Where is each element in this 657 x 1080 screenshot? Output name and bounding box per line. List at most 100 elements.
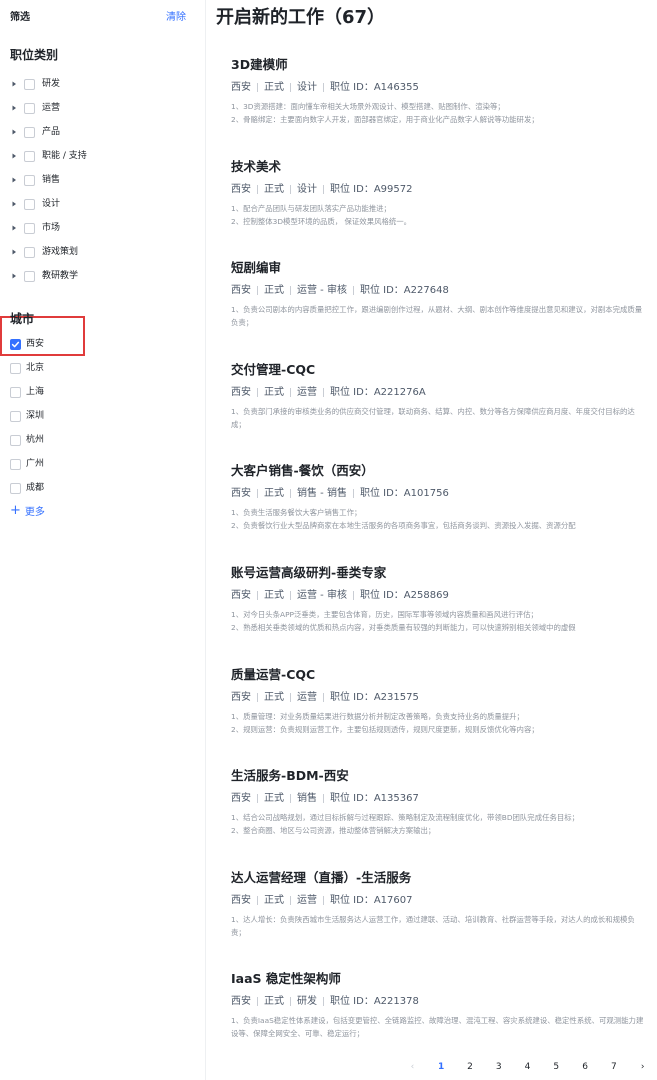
job-title[interactable]: 达人运营经理（直播）-生活服务 xyxy=(231,869,646,886)
city-label: 北京 xyxy=(26,363,45,373)
page-button[interactable]: 6 xyxy=(571,1058,600,1076)
job-card[interactable]: 大客户销售-餐饮（西安） 西安 正式 销售 - 销售 职位 ID：A101756 1、负责… xyxy=(231,462,646,564)
category-checkbox[interactable] xyxy=(24,126,35,138)
category-checkbox[interactable] xyxy=(24,222,35,234)
job-tag: 西安 xyxy=(231,793,251,805)
tag-separator xyxy=(290,489,291,499)
caret-right-icon[interactable] xyxy=(10,224,18,232)
category-item[interactable]: 教研教学 xyxy=(10,264,190,288)
job-list: 3D建模师 西安 正式 设计 职位 ID：A146355 1、3D资源搭建：面向懂车帝相关… xyxy=(231,56,646,1072)
page-button[interactable]: 7 xyxy=(599,1058,628,1076)
city-list: 西安北京上海 深圳 杭州 广州 成都 xyxy=(10,332,190,500)
job-tags: 西安 正式 运营 - 审核 职位 ID：A227648 xyxy=(231,284,646,297)
prev-page-button[interactable]: ‹ xyxy=(398,1058,427,1076)
category-checkbox[interactable] xyxy=(24,78,35,90)
job-tags: 西安 正式 运营 职位 ID：A17607 xyxy=(231,894,646,907)
city-item[interactable]: 深圳 xyxy=(10,404,190,428)
page-button[interactable]: 2 xyxy=(456,1058,485,1076)
job-tag: 正式 xyxy=(264,793,284,805)
tag-separator xyxy=(323,184,324,194)
category-checkbox[interactable] xyxy=(24,174,35,186)
job-tag: 运营 xyxy=(297,691,317,703)
city-checkbox[interactable] xyxy=(10,386,21,398)
city-item[interactable]: 杭州 xyxy=(10,428,190,452)
caret-right-icon[interactable] xyxy=(10,248,18,256)
job-card[interactable]: IaaS 稳定性架构师 西安 正式 研发 职位 ID：A221378 1、负责IaaS稳定… xyxy=(231,970,646,1072)
tag-separator xyxy=(257,590,258,600)
job-title[interactable]: 短剧编审 xyxy=(231,259,646,276)
job-id: 职位 ID：A227648 xyxy=(359,285,449,297)
job-tags: 西安 正式 销售 - 销售 职位 ID：A101756 xyxy=(231,487,646,500)
city-checkbox[interactable] xyxy=(10,410,21,422)
category-item[interactable]: 研发 xyxy=(10,72,190,96)
job-title[interactable]: 技术美术 xyxy=(231,158,646,175)
category-checkbox[interactable] xyxy=(24,198,35,210)
caret-right-icon[interactable] xyxy=(10,80,18,88)
job-tag: 正式 xyxy=(264,691,284,703)
more-cities-link[interactable]: + 更多 xyxy=(10,503,45,518)
job-description-line: 1、质量管理：对业务质量结果进行数据分析并制定改善策略，负责支持业务的质量提升； xyxy=(231,711,524,721)
page-button[interactable]: 5 xyxy=(542,1058,571,1076)
category-checkbox[interactable] xyxy=(24,102,35,114)
job-description: 1、质量管理：对业务质量结果进行数据分析并制定改善策略，负责支持业务的质量提升；… xyxy=(231,710,646,736)
job-card[interactable]: 质量运营-CQC 西安 正式 运营 职位 ID：A231575 1、质量管理：对业务质量结… xyxy=(231,666,646,768)
caret-right-icon[interactable] xyxy=(10,272,18,280)
city-item[interactable]: 成都 xyxy=(10,476,190,500)
city-item[interactable]: 北京 xyxy=(10,356,190,380)
job-id: 职位 ID：A135367 xyxy=(330,793,419,805)
job-card[interactable]: 3D建模师 西安 正式 设计 职位 ID：A146355 1、3D资源搭建：面向懂车帝相关… xyxy=(231,56,646,158)
category-item[interactable]: 游戏策划 xyxy=(10,240,190,264)
tag-separator xyxy=(352,286,354,296)
city-item[interactable]: 西安 xyxy=(10,332,190,356)
job-title[interactable]: 交付管理-CQC xyxy=(231,361,646,378)
next-page-button[interactable]: › xyxy=(628,1058,657,1076)
page-button[interactable]: 3 xyxy=(484,1058,513,1076)
category-item[interactable]: 市场 xyxy=(10,216,190,240)
job-title[interactable]: 3D建模师 xyxy=(231,56,646,73)
job-card[interactable]: 生活服务-BDM-西安 西安 正式 销售 职位 ID：A135367 1、结合公司战略规划… xyxy=(231,767,646,869)
page-button-current[interactable]: 1 xyxy=(427,1058,456,1076)
caret-right-icon[interactable] xyxy=(10,128,18,136)
job-id: 职位 ID：A221276A xyxy=(330,386,426,398)
category-item[interactable]: 产品 xyxy=(10,120,190,144)
job-title[interactable]: 大客户销售-餐饮（西安） xyxy=(231,462,646,479)
category-checkbox[interactable] xyxy=(24,246,35,258)
city-item[interactable]: 广州 xyxy=(10,452,190,476)
plus-icon: + xyxy=(10,503,21,518)
category-item[interactable]: 运营 xyxy=(10,96,190,120)
city-checkbox[interactable] xyxy=(10,482,21,494)
city-checkbox[interactable] xyxy=(10,362,21,374)
job-card[interactable]: 交付管理-CQC 西安 正式 运营 职位 ID：A221276A 1、负责部门承接的审核类… xyxy=(231,361,646,463)
job-card[interactable]: 技术美术 西安 正式 设计 职位 ID：A99572 1、配合产品团队与研发团队落实产品功… xyxy=(231,158,646,260)
tag-separator xyxy=(323,83,324,92)
caret-right-icon[interactable] xyxy=(10,176,18,184)
caret-right-icon[interactable] xyxy=(10,104,18,112)
job-description-line: 1、对今日头条APP泛垂类，主要包含体育，历史，国际军事等领域内容质量和画风进行… xyxy=(231,609,538,619)
tag-separator xyxy=(257,489,258,499)
job-title[interactable]: 账号运营高级研判-垂类专家 xyxy=(231,564,646,581)
job-card[interactable]: 短剧编审 西安 正式 运营 - 审核 职位 ID：A227648 1、负责公司剧本的内容质… xyxy=(231,259,646,361)
category-item[interactable]: 设计 xyxy=(10,192,190,216)
page-button[interactable]: 4 xyxy=(513,1058,542,1076)
city-checkbox[interactable] xyxy=(10,458,21,470)
category-item[interactable]: 销售 xyxy=(10,168,190,192)
job-card[interactable]: 账号运营高级研判-垂类专家 西安 正式 运营 - 审核 职位 ID：A258869 1、对… xyxy=(231,564,646,666)
job-title[interactable]: 生活服务-BDM-西安 xyxy=(231,767,646,784)
job-title[interactable]: IaaS 稳定性架构师 xyxy=(231,970,646,987)
category-label: 研发 xyxy=(42,79,61,89)
city-checkbox-checked[interactable] xyxy=(10,338,21,350)
clear-filters-button[interactable]: 清除 xyxy=(166,10,186,26)
category-item[interactable]: 职能 / 支持 xyxy=(10,144,190,168)
more-cities-label: 更多 xyxy=(24,507,45,518)
job-card[interactable]: 达人运营经理（直播）-生活服务西安 正式 运营 职位 ID：A17607 1、达人增长：… xyxy=(231,869,646,971)
job-description: 1、达人增长：负责陕西城市生活服务达人运营工作，通过建联、活动、培训教育、社群运… xyxy=(231,913,646,939)
category-checkbox[interactable] xyxy=(24,150,35,162)
category-label: 产品 xyxy=(42,127,61,137)
city-item[interactable]: 上海 xyxy=(10,380,190,404)
job-title[interactable]: 质量运营-CQC xyxy=(231,666,646,683)
caret-right-icon[interactable] xyxy=(10,152,18,160)
city-checkbox[interactable] xyxy=(10,434,21,446)
job-tag: 正式 xyxy=(264,285,284,297)
category-checkbox[interactable] xyxy=(24,270,35,282)
caret-right-icon[interactable] xyxy=(10,200,18,208)
